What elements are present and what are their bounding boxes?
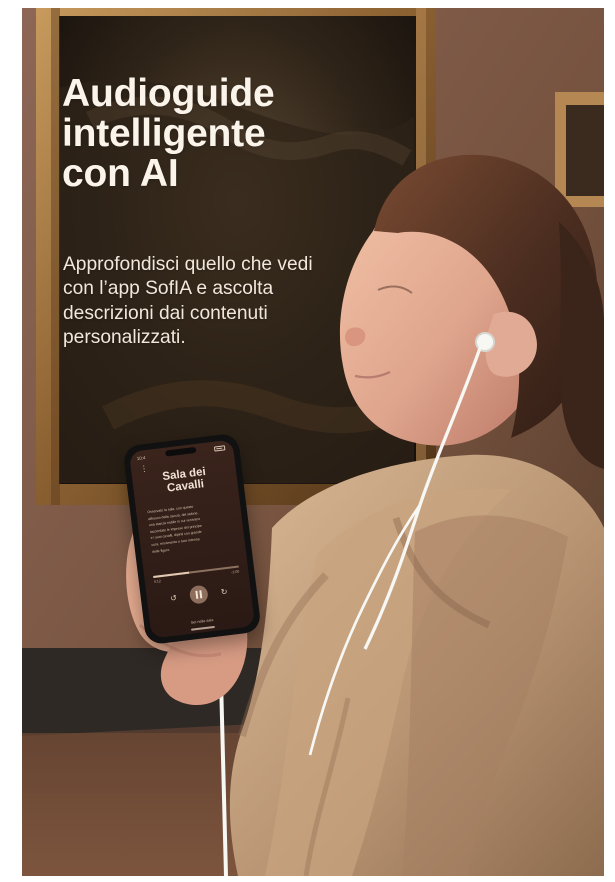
home-indicator [190, 625, 216, 631]
smartphone: 10:4 ⋮ Sala dei Cavalli Osservate la sal… [122, 432, 262, 646]
phone-screen: 10:4 ⋮ Sala dei Cavalli Osservate la sal… [128, 439, 256, 639]
hero-subtitle: Approfondisci quello che vedi con l’app … [63, 254, 313, 349]
pause-icon [195, 590, 202, 599]
forward-icon[interactable]: ↻ [217, 585, 231, 599]
hero-title: Audioguide intelligente con AI [62, 72, 275, 196]
pause-button[interactable] [188, 584, 209, 605]
status-time: 10:4 [136, 455, 146, 462]
audio-progress-bar[interactable] [153, 565, 239, 578]
phone-notch [165, 446, 197, 457]
elapsed-time: 0:12 [153, 579, 162, 584]
battery-icon [213, 445, 226, 452]
room-title: Sala dei Cavalli [161, 465, 207, 495]
rewind-icon[interactable]: ↺ [166, 591, 180, 605]
menu-icon[interactable]: ⋮ [140, 464, 149, 474]
audio-progress-fill [153, 571, 190, 578]
audio-description: Osservate la sala, con questo affresco d… [147, 499, 234, 555]
remaining-time: -1:00 [230, 569, 240, 575]
audioguide-promo-screen: Audioguide intelligente con AI Approfond… [22, 8, 604, 876]
